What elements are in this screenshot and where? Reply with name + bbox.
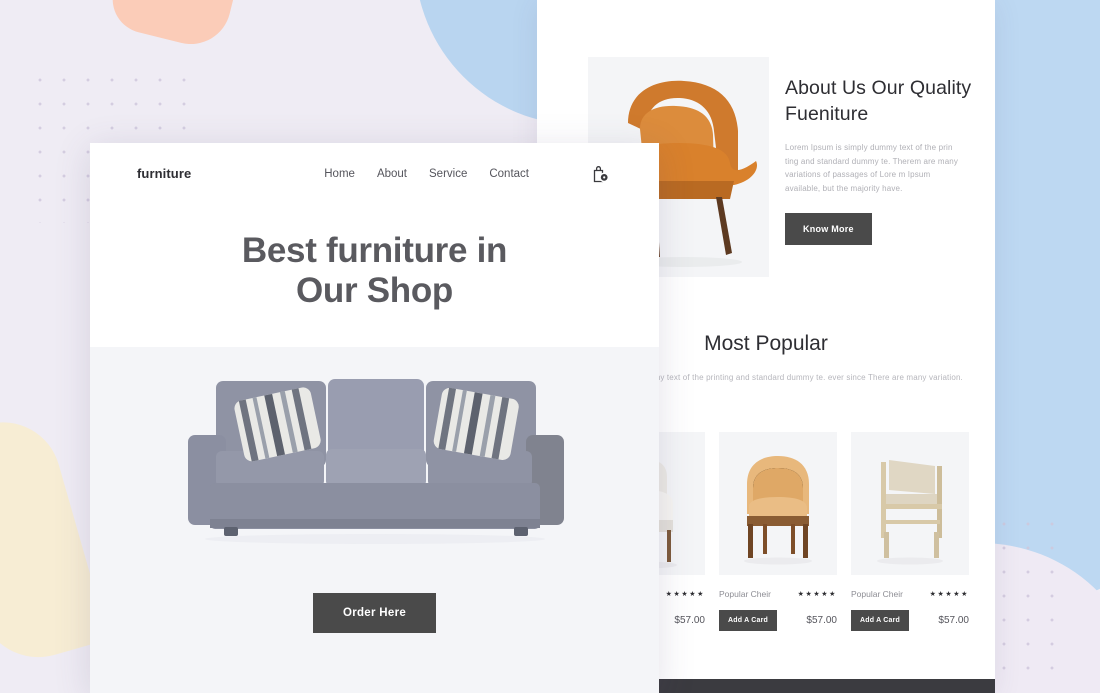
hero-product-panel: Order Here (90, 347, 659, 693)
mockup-canvas: About Us Our Quality Fueniture Lorem Ips… (0, 0, 1100, 693)
hero-title-line2: Our Shop (295, 271, 454, 310)
add-to-cart-button[interactable]: Add A Card (851, 610, 909, 631)
hero-sofa-image (180, 379, 570, 549)
product-card[interactable]: Popular Cheir ★★★★★ Add A Card $57.00 (719, 432, 837, 631)
nav-link-about[interactable]: About (377, 168, 407, 180)
nav-link-contact[interactable]: Contact (489, 168, 529, 180)
product-card[interactable]: Popular Cheir ★★★★★ Add A Card $57.00 (851, 432, 969, 631)
product-name: Popular Cheir (851, 589, 903, 599)
order-here-button[interactable]: Order Here (312, 593, 437, 633)
nav-links: Home About Service Contact (324, 163, 611, 185)
know-more-button[interactable]: Know More (785, 213, 872, 246)
product-actions: Add A Card $57.00 (719, 610, 837, 631)
product-name: Popular Cheir (719, 589, 771, 599)
product-image (851, 432, 969, 575)
nav-link-home[interactable]: Home (324, 168, 355, 180)
shopping-bag-icon[interactable] (589, 163, 611, 185)
nav-link-service[interactable]: Service (429, 168, 467, 180)
navigation-bar: furniture Home About Service Contact (90, 143, 659, 204)
about-title: About Us Our Quality Fueniture (785, 77, 972, 125)
order-cta-wrapper: Order Here (90, 593, 659, 633)
mockup-page-front: furniture Home About Service Contact Bes… (90, 143, 659, 693)
product-actions: Add A Card $57.00 (851, 610, 969, 631)
rating-stars: ★★★★★ (797, 591, 837, 598)
brand-logo[interactable]: furniture (137, 166, 191, 181)
product-image (719, 432, 837, 575)
product-price: $57.00 (806, 615, 837, 626)
dot-grid-right (992, 512, 1072, 677)
about-text-block: About Us Our Quality Fueniture Lorem Ips… (785, 57, 981, 277)
about-body-text: Lorem Ipsum is simply dummy text of the … (785, 143, 959, 193)
rating-stars: ★★★★★ (665, 591, 705, 598)
add-to-cart-button[interactable]: Add A Card (719, 610, 777, 631)
hero-title-line1: Best furniture in (241, 231, 508, 270)
product-meta: Popular Cheir ★★★★★ (851, 589, 969, 599)
product-meta: Popular Cheir ★★★★★ (719, 589, 837, 599)
product-price: $57.00 (674, 615, 705, 626)
rating-stars: ★★★★★ (929, 591, 969, 598)
peach-rounded-square-decoration (105, 0, 249, 53)
hero-heading: Best furniture in Our Shop (90, 204, 659, 311)
product-price: $57.00 (938, 615, 969, 626)
